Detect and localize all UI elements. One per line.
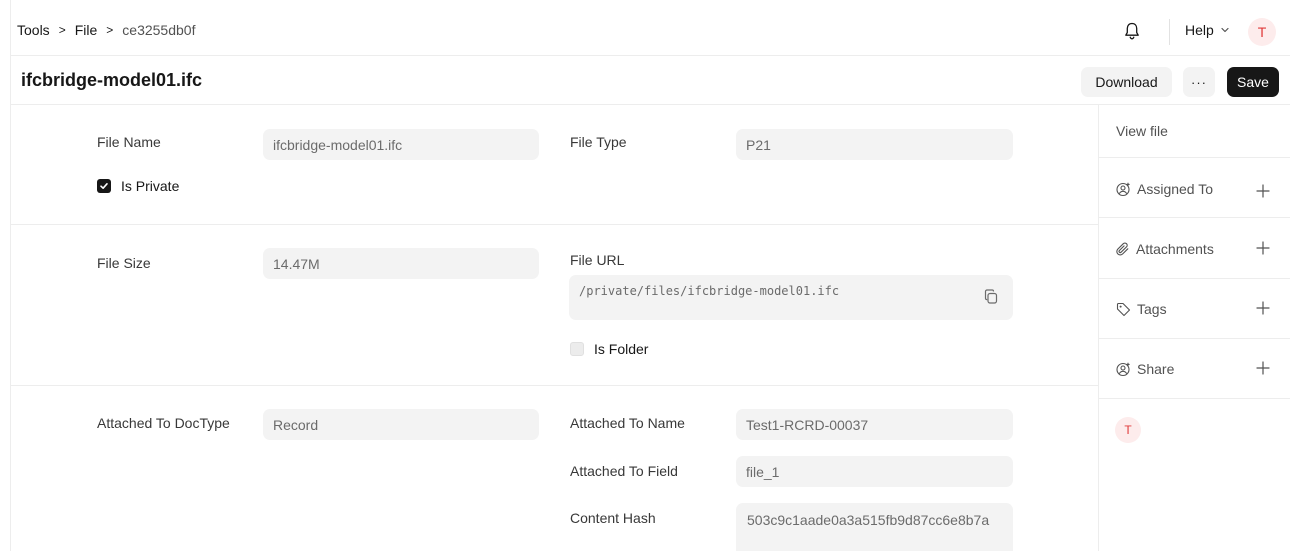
file-url-label: File URL <box>570 252 625 268</box>
save-button[interactable]: Save <box>1227 67 1279 97</box>
sidebar-item-attachments[interactable]: Attachments <box>1116 241 1214 257</box>
navbar-divider <box>1169 19 1170 45</box>
share-user-icon <box>1116 362 1130 376</box>
assigned-to-label: Assigned To <box>1137 181 1214 197</box>
sidebar-item-share[interactable]: Share <box>1116 361 1174 377</box>
user-avatar[interactable]: T <box>1248 18 1276 46</box>
add-tag-icon[interactable] <box>1256 301 1270 315</box>
chevron-down-icon <box>1221 27 1229 33</box>
file-name-label: File Name <box>97 134 161 150</box>
is-private-checkbox[interactable]: Is Private <box>97 178 179 194</box>
attached-to-name-field[interactable]: Test1-RCRD-00037 <box>736 409 1013 440</box>
navbar <box>11 0 1290 56</box>
tag-icon <box>1116 302 1131 316</box>
attached-to-doctype-field[interactable]: Record <box>263 409 539 440</box>
file-type-field[interactable]: P21 <box>736 129 1013 160</box>
user-plus-icon <box>1116 182 1130 196</box>
help-label: Help <box>1185 22 1214 38</box>
help-dropdown[interactable]: Help <box>1185 22 1230 38</box>
file-type-label: File Type <box>570 134 627 150</box>
download-button[interactable]: Download <box>1081 67 1172 97</box>
is-private-label: Is Private <box>121 178 180 194</box>
file-url-value: /private/files/ifcbridge-model01.ifc <box>579 284 840 298</box>
is-folder-checkbox[interactable]: Is Folder <box>570 341 648 357</box>
breadcrumb-tools[interactable]: Tools <box>17 22 50 38</box>
section-divider <box>11 385 1099 386</box>
copy-icon[interactable] <box>984 289 998 304</box>
attached-to-doctype-label: Attached To DocType <box>97 415 230 431</box>
tags-label: Tags <box>1137 301 1167 317</box>
sidebar-item-assigned-to[interactable]: Assigned To <box>1116 181 1213 197</box>
sidebar-item-tags[interactable]: Tags <box>1116 301 1167 317</box>
page-title: ifcbridge-model01.ifc <box>21 70 203 90</box>
attached-to-field-field[interactable]: file_1 <box>736 456 1013 487</box>
add-assignee-icon[interactable] <box>1256 184 1270 198</box>
attached-to-name-label: Attached To Name <box>570 415 685 431</box>
content-hash-value: 503c9c1aade0a3a515fb9d87cc6e8b7a <box>747 512 990 528</box>
add-attachment-icon[interactable] <box>1256 241 1270 255</box>
share-label: Share <box>1137 361 1175 377</box>
shared-user-avatar[interactable]: T <box>1115 417 1141 443</box>
attached-to-field-label: Attached To Field <box>570 463 678 479</box>
checkbox-checked-icon <box>97 179 111 193</box>
paperclip-icon <box>1116 241 1129 255</box>
file-size-field[interactable]: 14.47M <box>263 248 539 279</box>
is-folder-label: Is Folder <box>594 341 649 357</box>
file-size-label: File Size <box>97 255 151 271</box>
file-name-field[interactable]: ifcbridge-model01.ifc <box>263 129 539 160</box>
breadcrumb-file[interactable]: File <box>75 22 98 38</box>
checkbox-unchecked-icon <box>570 342 584 356</box>
more-actions-button[interactable]: ··· <box>1183 67 1215 97</box>
bell-icon[interactable] <box>1124 22 1140 40</box>
breadcrumb: Tools > File > ce3255db0f <box>17 22 195 38</box>
breadcrumb-doc[interactable]: ce3255db0f <box>122 22 195 38</box>
breadcrumb-separator: > <box>106 23 114 37</box>
content-hash-label: Content Hash <box>570 510 656 526</box>
attachments-label: Attachments <box>1136 241 1214 257</box>
breadcrumb-separator: > <box>58 23 66 37</box>
section-divider <box>11 224 1099 225</box>
view-file-link[interactable]: View file <box>1116 123 1168 139</box>
add-share-icon[interactable] <box>1256 361 1270 375</box>
